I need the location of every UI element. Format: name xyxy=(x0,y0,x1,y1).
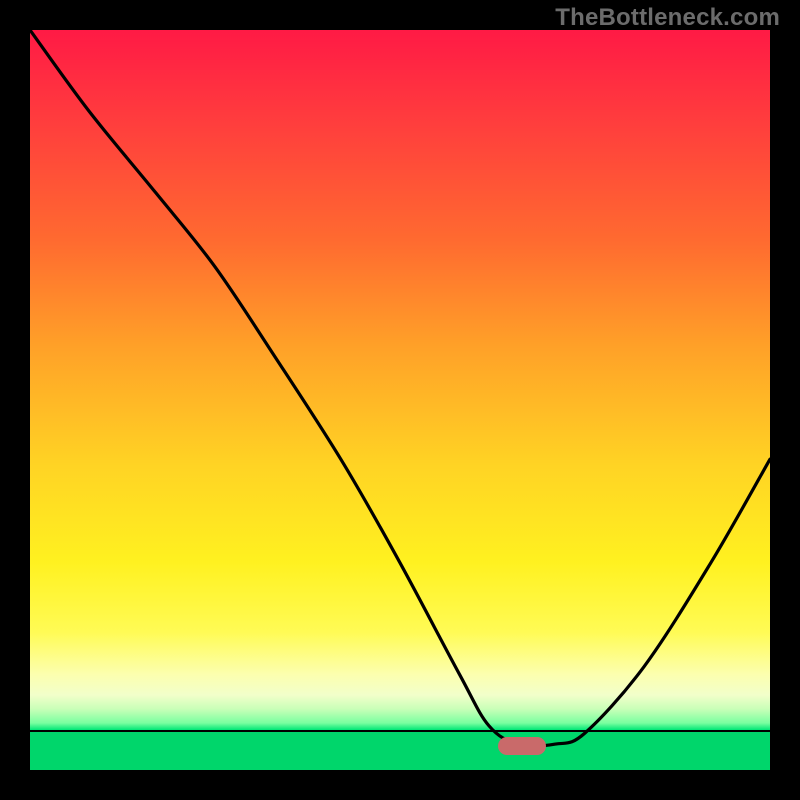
chart-frame: TheBottleneck.com xyxy=(0,0,800,800)
curve-svg xyxy=(30,30,770,770)
curve-path xyxy=(30,30,770,746)
watermark-text: TheBottleneck.com xyxy=(555,4,780,32)
optimum-marker xyxy=(498,737,546,755)
plot-area xyxy=(30,30,770,770)
